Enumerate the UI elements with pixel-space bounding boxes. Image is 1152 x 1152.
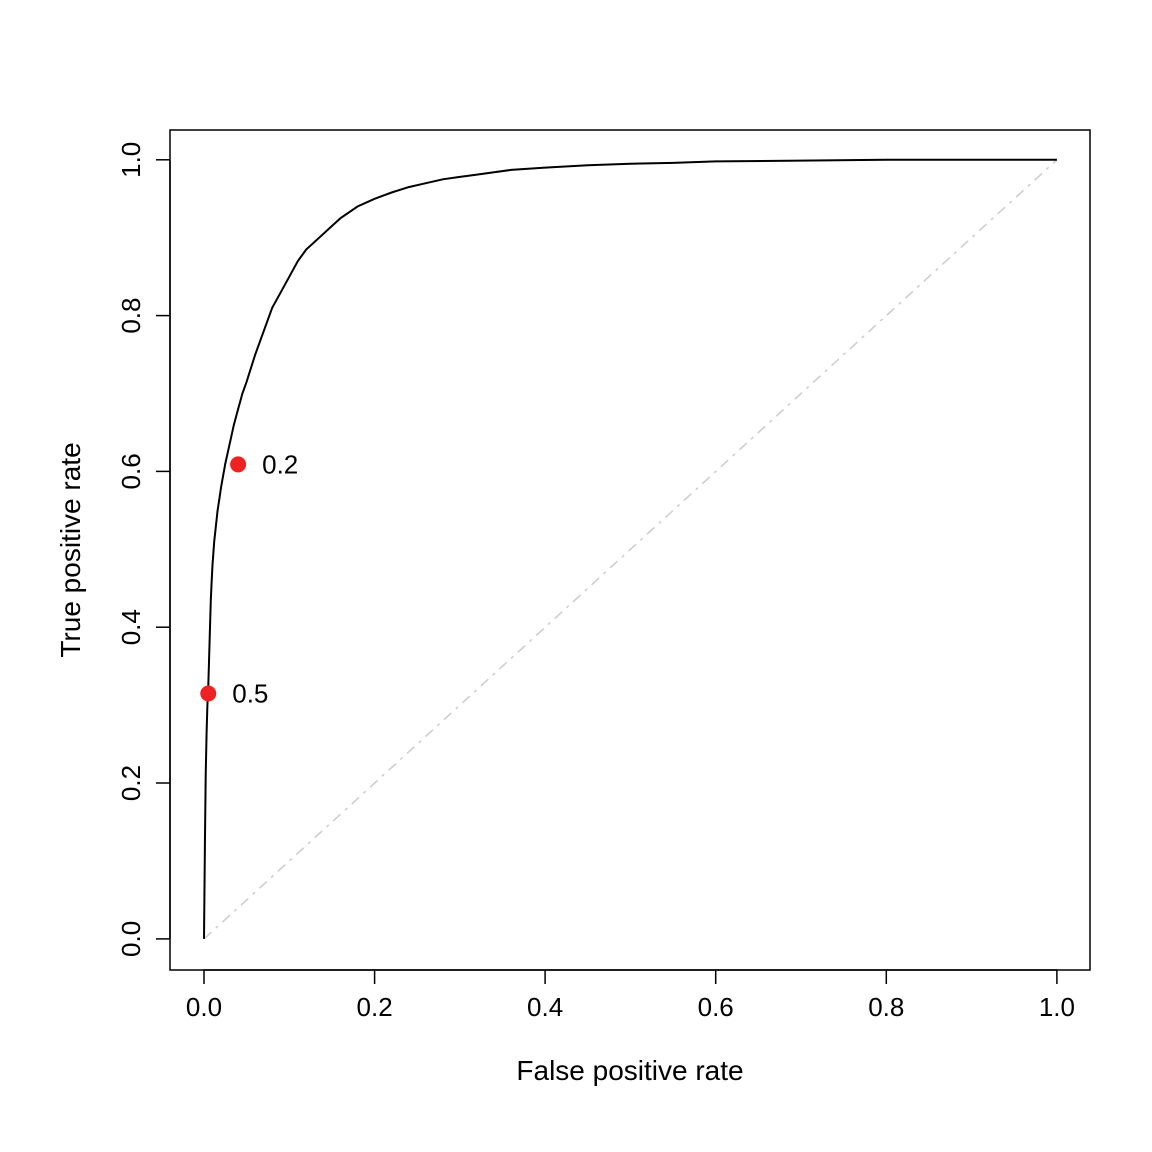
y-tick-labels: 0.0 0.2 0.4 0.6 0.8 1.0 — [116, 142, 146, 957]
x-axis-label: False positive rate — [516, 1055, 743, 1086]
y-tick-4: 0.8 — [116, 298, 146, 334]
x-tick-labels: 0.0 0.2 0.4 0.6 0.8 1.0 — [186, 992, 1075, 1022]
threshold-point-0p5 — [200, 685, 216, 701]
x-tick-3: 0.6 — [698, 992, 734, 1022]
x-tick-5: 1.0 — [1039, 992, 1075, 1022]
y-tick-5: 1.0 — [116, 142, 146, 178]
y-tick-1: 0.2 — [116, 765, 146, 801]
threshold-point-0p2 — [230, 456, 246, 472]
chance-diagonal — [204, 160, 1057, 939]
y-tick-0: 0.0 — [116, 921, 146, 957]
x-tick-2: 0.4 — [527, 992, 563, 1022]
x-tick-1: 0.2 — [357, 992, 393, 1022]
x-tick-0: 0.0 — [186, 992, 222, 1022]
x-tick-4: 0.8 — [868, 992, 904, 1022]
y-axis-label: True positive rate — [55, 442, 86, 657]
y-axis-ticks — [156, 160, 170, 939]
roc-chart: 0.0 0.2 0.4 0.6 0.8 1.0 0.0 0.2 0.4 0.6 … — [0, 0, 1152, 1152]
x-axis-ticks — [204, 970, 1057, 984]
y-tick-2: 0.4 — [116, 609, 146, 645]
threshold-label-0p5: 0.5 — [232, 678, 268, 708]
threshold-label-0p2: 0.2 — [262, 449, 298, 479]
y-tick-3: 0.6 — [116, 453, 146, 489]
